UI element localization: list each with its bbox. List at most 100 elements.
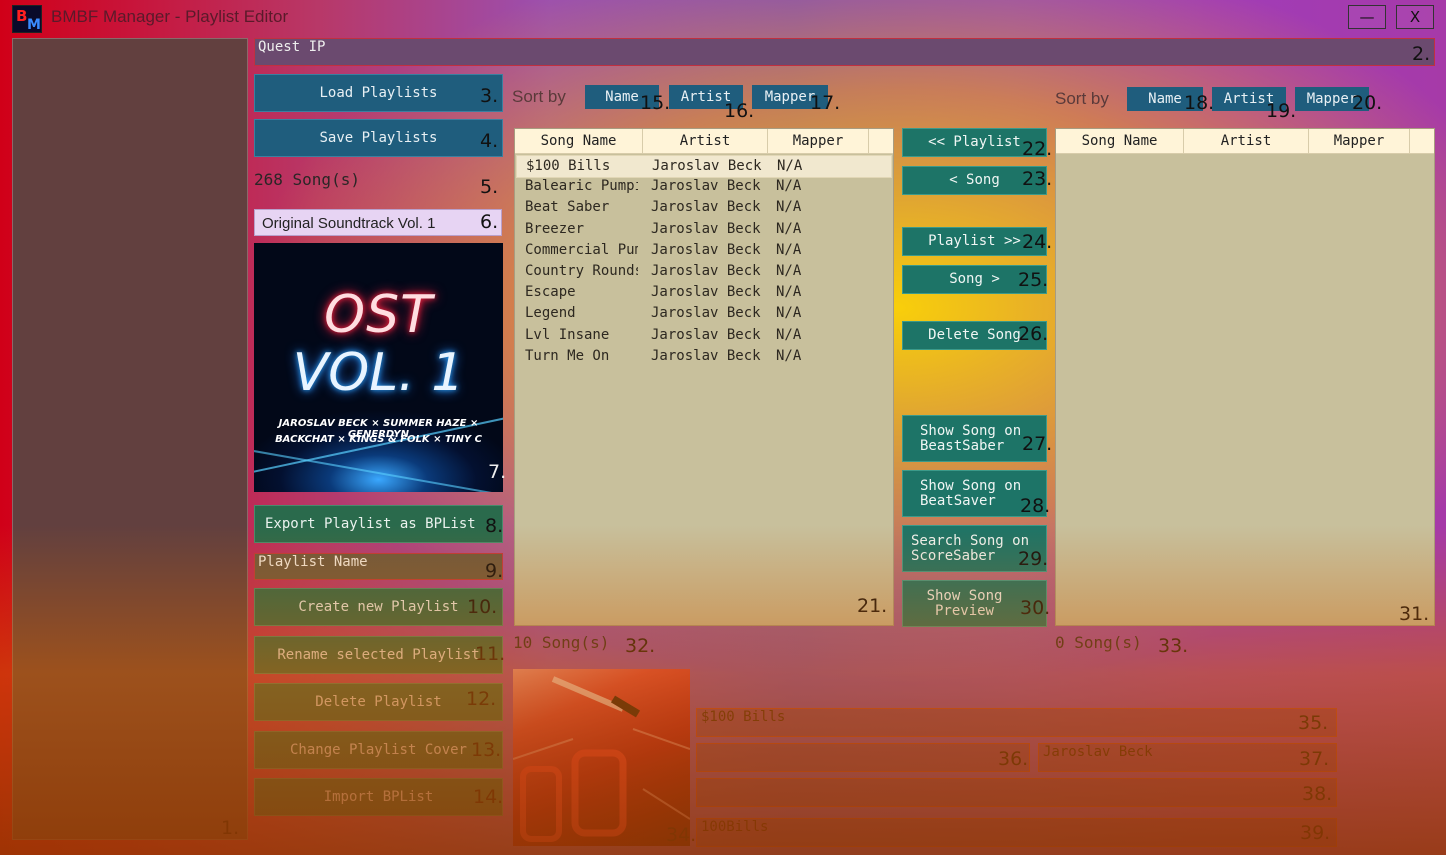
marker-22: 22. xyxy=(1022,138,1053,160)
marker-12: 12. xyxy=(466,688,497,710)
table-row[interactable]: $100 Bills Jaroslav Beck N/A xyxy=(516,155,892,178)
column-mapper[interactable]: Mapper xyxy=(1309,129,1410,153)
marker-16: 16. xyxy=(724,100,755,122)
song-name-cell: Legend xyxy=(525,305,576,322)
marker-14: 14. xyxy=(473,786,504,808)
marker-33: 33. xyxy=(1158,635,1189,657)
song-name-cell: $100 Bills xyxy=(526,158,611,174)
marker-28: 28. xyxy=(1020,495,1051,517)
song-mapper-field[interactable] xyxy=(696,778,1337,807)
marker-39: 39. xyxy=(1300,822,1331,844)
column-song-name[interactable]: Song Name xyxy=(1056,129,1184,153)
marker-1: 1. xyxy=(221,817,240,839)
mapper-cell: N/A xyxy=(776,326,802,343)
song-cover-art xyxy=(513,676,690,842)
left-song-count: 10 Song(s) xyxy=(513,633,610,652)
playlist-dropdown[interactable]: Original Soundtrack Vol. 1 xyxy=(254,209,502,236)
mapper-cell: N/A xyxy=(776,199,802,216)
column-artist[interactable]: Artist xyxy=(1184,129,1309,153)
table-row[interactable]: Turn Me On Jaroslav Beck N/A xyxy=(516,346,890,367)
song-artist-field[interactable]: Jaroslav Beck xyxy=(1038,743,1337,772)
marker-26: 26. xyxy=(1018,323,1049,345)
column-song-name[interactable]: Song Name xyxy=(515,129,643,153)
artist-cell: Jaroslav Beck xyxy=(651,241,761,258)
import-bplist-button[interactable]: Import BPList xyxy=(254,778,503,816)
artist-cell: Jaroslav Beck xyxy=(651,305,761,322)
marker-30: 30. xyxy=(1020,597,1051,619)
change-cover-button[interactable]: Change Playlist Cover xyxy=(254,731,503,769)
marker-18: 18. xyxy=(1184,92,1215,114)
playlist-song-list[interactable]: Song Name Artist Mapper $100 Bills Jarosl… xyxy=(514,128,894,626)
marker-32: 32. xyxy=(625,635,656,657)
mapper-cell: N/A xyxy=(776,347,802,364)
song-title-field[interactable]: $100 Bills xyxy=(696,708,1337,737)
marker-37: 37. xyxy=(1299,748,1330,770)
rename-playlist-button[interactable]: Rename selected Playlist xyxy=(254,636,503,674)
marker-34: 34. xyxy=(666,824,697,846)
marker-5: 5. xyxy=(480,176,499,198)
marker-11: 11. xyxy=(475,643,506,665)
title-bar: B M BMBF Manager - Playlist Editor — X xyxy=(0,0,1446,36)
marker-8: 8. xyxy=(485,515,504,537)
marker-17: 17. xyxy=(810,92,841,114)
table-row[interactable]: Commercial Pumping Jaroslav Beck N/A xyxy=(516,240,890,261)
song-cover-image xyxy=(513,669,690,846)
save-playlists-button[interactable]: Save Playlists xyxy=(254,119,503,157)
song-subname-field[interactable] xyxy=(696,743,1030,772)
table-row[interactable]: Legend Jaroslav Beck N/A xyxy=(516,303,890,324)
playlist-name-input[interactable]: Playlist Name xyxy=(254,553,503,580)
artist-cell: Jaroslav Beck xyxy=(652,158,762,174)
marker-13: 13. xyxy=(471,739,502,761)
app-icon: B M xyxy=(12,5,42,33)
window-title: BMBF Manager - Playlist Editor xyxy=(51,7,289,26)
artist-cell: Jaroslav Beck xyxy=(651,284,761,301)
table-row[interactable]: Breezer Jaroslav Beck N/A xyxy=(516,219,890,240)
quest-ip-input[interactable]: Quest IP xyxy=(254,38,1435,66)
create-playlist-button[interactable]: Create new Playlist xyxy=(254,588,503,626)
load-playlists-button[interactable]: Load Playlists xyxy=(254,74,503,112)
table-row[interactable]: Country Rounds Jaroslav Beck N/A xyxy=(516,261,890,282)
artist-cell: Jaroslav Beck xyxy=(651,326,761,343)
mapper-cell: N/A xyxy=(776,241,802,258)
song-name-cell: Beat Saber xyxy=(525,199,610,216)
song-name-cell: Lvl Insane xyxy=(525,326,610,343)
marker-29: 29. xyxy=(1018,548,1049,570)
mapper-cell: N/A xyxy=(776,263,802,279)
table-row[interactable]: Lvl Insane Jaroslav Beck N/A xyxy=(516,325,890,346)
minimize-button[interactable]: — xyxy=(1348,5,1386,29)
artist-cell: Jaroslav Beck xyxy=(651,347,761,364)
mapper-cell: N/A xyxy=(776,284,802,301)
marker-27: 27. xyxy=(1022,433,1053,455)
table-row[interactable]: Escape Jaroslav Beck N/A xyxy=(516,282,890,303)
marker-25: 25. xyxy=(1018,269,1049,291)
marker-10: 10. xyxy=(467,596,498,618)
cover-title-line1: OST xyxy=(324,285,433,345)
marker-9: 9. xyxy=(485,560,504,582)
artist-cell: Jaroslav Beck xyxy=(651,220,761,237)
export-bplist-button[interactable]: Export Playlist as BPList xyxy=(254,505,503,543)
marker-2: 2. xyxy=(1412,43,1431,65)
marker-6: 6. xyxy=(480,211,499,233)
marker-7: 7. xyxy=(488,461,507,483)
table-row[interactable]: Beat Saber Jaroslav Beck N/A xyxy=(516,197,890,218)
marker-24: 24. xyxy=(1022,231,1053,253)
song-name-cell: Commercial Pumping xyxy=(525,241,638,258)
marker-31: 31. xyxy=(1399,603,1430,625)
mapper-cell: N/A xyxy=(776,220,802,237)
side-panel[interactable] xyxy=(12,38,248,840)
sort-by-label-left: Sort by xyxy=(512,87,566,106)
source-song-list[interactable]: Song Name Artist Mapper xyxy=(1055,128,1435,626)
sort-by-label-right: Sort by xyxy=(1055,89,1109,108)
cover-title-line2: VOL. 1 xyxy=(292,343,465,403)
mapper-cell: N/A xyxy=(776,178,802,195)
column-mapper[interactable]: Mapper xyxy=(768,129,869,153)
cover-credits-2: BACKCHAT × KINGS & FOLK × TINY C xyxy=(275,434,482,445)
song-name-cell: Breezer xyxy=(525,220,585,237)
column-artist[interactable]: Artist xyxy=(643,129,768,153)
song-id-field[interactable]: 100Bills xyxy=(696,818,1337,847)
mapper-cell: N/A xyxy=(777,158,803,174)
close-button[interactable]: X xyxy=(1396,5,1434,29)
table-row[interactable]: Balearic Pumping Jaroslav Beck N/A xyxy=(516,176,890,197)
marker-3: 3. xyxy=(480,85,499,107)
list-header: Song Name Artist Mapper xyxy=(515,129,893,154)
